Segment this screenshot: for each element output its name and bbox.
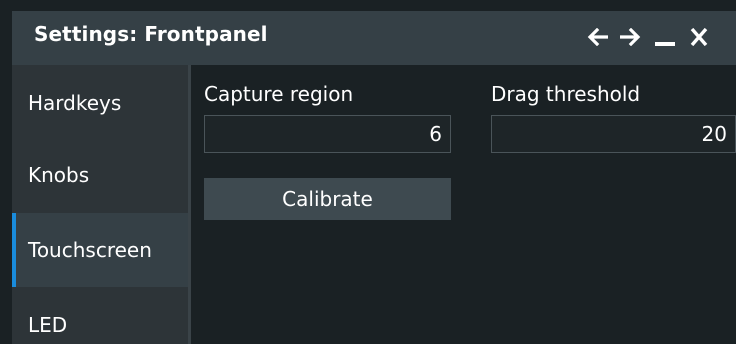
drag-threshold-field[interactable]: 20	[491, 115, 736, 153]
settings-window: Settings: Frontpanel Hardkeys Knobs Touc…	[0, 0, 736, 344]
sidebar-item-label: Hardkeys	[28, 91, 122, 115]
minimize-button[interactable]	[648, 24, 682, 50]
sidebar-item-label: Knobs	[28, 163, 90, 187]
title-bar: Settings: Frontpanel	[12, 11, 736, 65]
sidebar-item-label: LED	[28, 313, 68, 337]
touchscreen-settings-panel: Capture region 6 Drag threshold 20 Calib…	[191, 65, 736, 344]
forward-button[interactable]	[614, 24, 648, 50]
capture-region-label: Capture region	[204, 82, 354, 106]
arrow-right-icon	[620, 28, 641, 46]
minimize-icon	[655, 42, 675, 46]
sidebar: Hardkeys Knobs Touchscreen LED	[12, 65, 188, 344]
sidebar-item-touchscreen[interactable]: Touchscreen	[12, 213, 188, 287]
capture-region-field[interactable]: 6	[204, 115, 451, 153]
window-title: Settings: Frontpanel	[34, 22, 268, 46]
calibrate-button[interactable]: Calibrate	[204, 178, 451, 220]
arrow-left-icon	[587, 28, 608, 46]
close-button[interactable]	[682, 24, 716, 50]
sidebar-item-led[interactable]: LED	[12, 287, 188, 344]
drag-threshold-label: Drag threshold	[491, 82, 641, 106]
sidebar-item-label: Touchscreen	[28, 238, 152, 262]
title-controls	[580, 24, 716, 50]
close-icon	[690, 28, 708, 46]
back-button[interactable]	[580, 24, 614, 50]
sidebar-item-hardkeys[interactable]: Hardkeys	[12, 65, 188, 139]
sidebar-item-knobs[interactable]: Knobs	[12, 139, 188, 213]
